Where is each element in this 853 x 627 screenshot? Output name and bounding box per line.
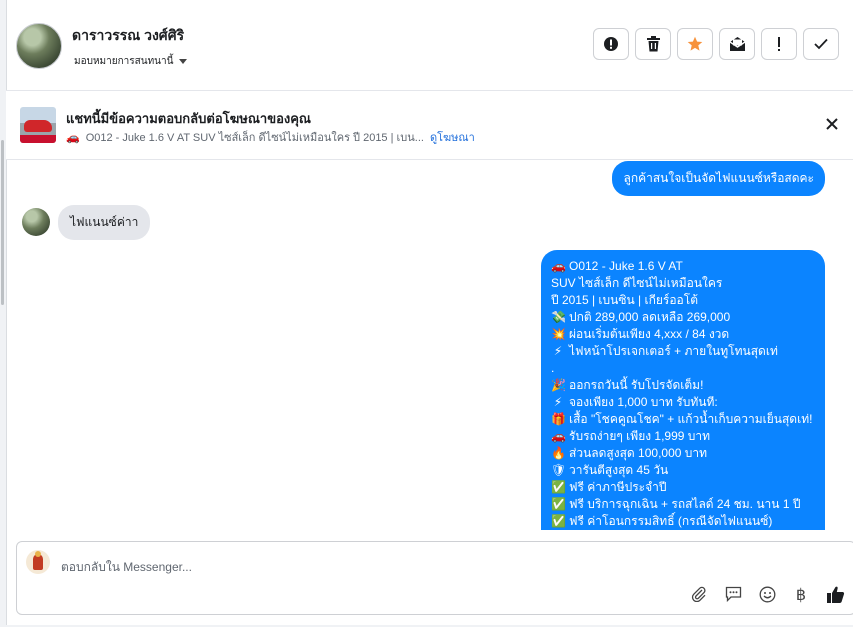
alert-circle-icon (604, 37, 618, 51)
incoming-message[interactable]: ไฟแนนซ์ค่าา (58, 205, 151, 240)
reply-composer: ตอบกลับใน Messenger... ฿ (16, 541, 853, 615)
baht-icon: ฿ (795, 584, 807, 604)
ad-summary: 🚗 O012 - Juke 1.6 V AT SUV ไซส์เล็ก ดีไซ… (66, 128, 475, 146)
promo-line-text: SUV ไซส์เล็ก ดีไซน์ไม่เหมือนใคร (551, 276, 723, 290)
mark-done-button[interactable] (803, 28, 839, 60)
promo-line: 🛡 วารันตีสูงสุด 45 วัน (551, 462, 815, 479)
conversation-header: ดาราวรรณ วงศ์ศิริ มอบหมายการสนทนานี้ (6, 0, 853, 91)
promo-line: ปี 2015 | เบนซิน | เกียร์ออโต้ (551, 292, 815, 309)
star-button[interactable] (677, 28, 713, 60)
promo-line-text: O012 - Juke 1.6 V AT (569, 259, 683, 273)
promo-line: 💥 ผ่อนเริ่มต้นเพียง 4,xxx / 84 งวด (551, 326, 815, 343)
promo-line: 🚗 รับรถง่ายๆ เพียง 1,999 บาท (551, 428, 815, 445)
promo-line-text: ฟรี ค่าโอนกรรมสิทธิ์ (กรณีจัดไฟแนนซ์) (569, 514, 773, 528)
ad-reply-title: แชทนี้มีข้อความตอบกลับต่อโฆษณาของคุณ (66, 111, 311, 126)
check-icon (814, 38, 828, 50)
promo-line-text: ฟรี ค่าภาษีประจำปี (569, 480, 667, 494)
emoji-icon: 🔥 (551, 446, 566, 460)
outgoing-message-promo[interactable]: 🚗 O012 - Juke 1.6 V AT SUV ไซส์เล็ก ดีไซน์… (541, 250, 825, 530)
reply-input[interactable]: ตอบกลับใน Messenger... (61, 558, 192, 577)
promo-line: 💸 ปกติ 289,000 ลดเหลือ 269,000 (551, 309, 815, 326)
assign-label: มอบหมายการสนทนานี้ (74, 56, 174, 67)
ad-thumbnail[interactable] (20, 107, 56, 143)
promo-line-text: จองเพียง 1,000 บาท รับทันที: (569, 395, 718, 409)
contact-avatar[interactable] (16, 23, 62, 69)
paperclip-icon (691, 586, 706, 602)
attach-button[interactable] (689, 584, 709, 604)
exclamation-icon (778, 37, 780, 51)
payment-button[interactable]: ฿ (791, 584, 811, 604)
promo-line: ⚡ ไฟหน้าโปรเจกเตอร์ + ภายในทูโทนสุดเท่ (551, 343, 815, 360)
promo-line: ✅ ฟรี ค่าโอนกรรมสิทธิ์ (กรณีจัดไฟแนนซ์) (551, 513, 815, 530)
emoji-icon: 🎁 (551, 412, 566, 426)
mark-unread-button[interactable] (719, 28, 755, 60)
emoji-icon: ⚡ (553, 344, 563, 358)
promo-line-text: ส่วนลดสูงสุด 100,000 บาท (569, 446, 708, 460)
composer-tools: ฿ (689, 584, 845, 604)
emoji-button[interactable] (757, 584, 777, 604)
emoji-icon (759, 586, 775, 602)
promo-line: 🎉 ออกรถวันนี้ รับโปรจัดเต็ม! (551, 377, 815, 394)
close-icon[interactable] (823, 115, 841, 133)
promo-line-text: ปกติ 289,000 ลดเหลือ 269,000 (569, 310, 731, 324)
emoji-icon: 💥 (551, 327, 566, 341)
promo-line-text: . (551, 361, 555, 375)
emoji-icon: 💸 (551, 310, 566, 324)
promo-line: ⚡ จองเพียง 1,000 บาท รับทันที: (551, 394, 815, 411)
car-icon: 🚗 (66, 131, 80, 144)
view-ad-link[interactable]: ดูโฆษณา (430, 128, 475, 146)
promo-line-text: รับรถง่ายๆ เพียง 1,999 บาท (569, 429, 711, 443)
promo-line-text: ออกรถวันนี้ รับโปรจัดเต็ม! (569, 378, 704, 392)
ad-text: O012 - Juke 1.6 V AT SUV ไซส์เล็ก ดีไซน์… (85, 132, 424, 144)
mark-spam-button[interactable] (593, 28, 629, 60)
promo-line: . (551, 360, 815, 377)
ad-reply-banner: แชทนี้มีข้อความตอบกลับต่อโฆษณาของคุณ 🚗 O… (6, 91, 853, 160)
caret-down-icon (179, 59, 188, 64)
emoji-icon: ✅ (551, 497, 566, 511)
promo-line-text: ปี 2015 | เบนซิน | เกียร์ออโต้ (551, 293, 698, 307)
promo-line: 🎁 เสื้อ "โชคคูณโชค" + แก้วน้ำเก็บความเย็น… (551, 411, 815, 428)
promo-line-text: ฟรี บริการฉุกเฉิน + รถสไลด์ 24 ชม. นาน 1… (569, 497, 801, 511)
promo-line-text: ไฟหน้าโปรเจกเตอร์ + ภายในทูโทนสุดเท่ (569, 344, 778, 358)
scrollbar-thumb[interactable] (1, 140, 4, 305)
promo-line: 🚗 O012 - Juke 1.6 V AT (551, 258, 815, 275)
page-avatar (26, 550, 50, 574)
promo-line: 🔥 ส่วนลดสูงสุด 100,000 บาท (551, 445, 815, 462)
outgoing-message[interactable]: ลูกค้าสนใจเป็นจัดไฟแนนซ์หรือสดคะ (612, 161, 825, 196)
star-icon (687, 36, 703, 51)
assign-conversation-dropdown[interactable]: มอบหมายการสนทนานี้ (74, 54, 188, 69)
follow-up-button[interactable] (761, 28, 797, 60)
thumbs-up-icon (826, 586, 844, 603)
emoji-icon: ✅ (551, 514, 566, 528)
envelope-icon (729, 37, 745, 51)
emoji-icon: 🚗 (551, 259, 566, 273)
emoji-icon: 🛡 (551, 463, 567, 477)
delete-button[interactable] (635, 28, 671, 60)
emoji-icon: ⚡ (553, 395, 563, 409)
emoji-icon: 🚗 (551, 429, 566, 443)
promo-line-text: เสื้อ "โชคคูณโชค" + แก้วน้ำเก็บความเย็นส… (569, 412, 813, 426)
like-button[interactable] (825, 584, 845, 604)
header-actions (593, 28, 839, 60)
trash-icon (646, 36, 660, 52)
promo-line-text: ผ่อนเริ่มต้นเพียง 4,xxx / 84 งวด (569, 327, 730, 341)
emoji-icon: ✅ (551, 480, 566, 494)
saved-reply-icon (725, 586, 741, 602)
promo-line: ✅ ฟรี บริการฉุกเฉิน + รถสไลด์ 24 ชม. นาน … (551, 496, 815, 513)
emoji-icon: 🎉 (551, 378, 566, 392)
contact-avatar-small (22, 208, 50, 236)
contact-name[interactable]: ดาราวรรณ วงศ์ศิริ (72, 25, 184, 47)
saved-reply-button[interactable] (723, 584, 743, 604)
promo-line: ✅ ฟรี ค่าภาษีประจำปี (551, 479, 815, 496)
promo-line-text: วารันตีสูงสุด 45 วัน (569, 463, 669, 477)
promo-line: SUV ไซส์เล็ก ดีไซน์ไม่เหมือนใคร (551, 275, 815, 292)
